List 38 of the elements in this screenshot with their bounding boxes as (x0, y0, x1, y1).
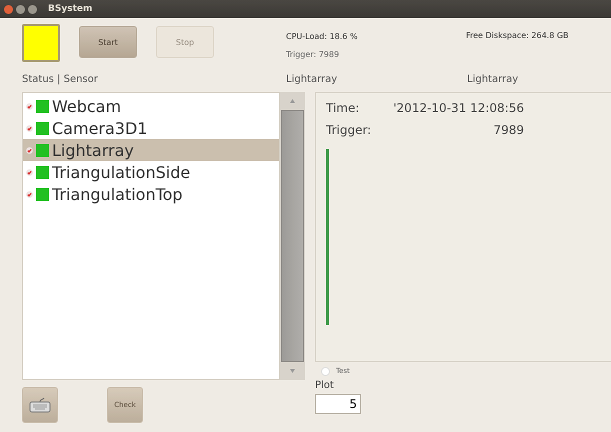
maximize-icon[interactable] (28, 4, 37, 14)
sensor-list-item[interactable]: Webcam (23, 95, 279, 117)
check-mark-icon (26, 102, 33, 110)
section-label: Status | Sensor (22, 74, 99, 87)
sensor-name: Webcam (52, 96, 122, 116)
time-value: '2012-10-31 12:08:56 (392, 101, 524, 117)
check-mark-icon (26, 190, 33, 198)
check-mark-icon (26, 124, 33, 132)
keyboard-icon (29, 397, 51, 413)
radio-button[interactable] (321, 366, 330, 376)
window-title: BSystem (48, 4, 92, 14)
sensor-list-item[interactable]: Camera3D1 (23, 117, 279, 139)
close-icon[interactable] (4, 4, 13, 14)
scroll-down-icon[interactable] (290, 369, 295, 373)
minimize-icon[interactable] (16, 4, 25, 14)
trigger-value: 7989 (492, 123, 524, 139)
plot-label: Plot (315, 380, 335, 392)
plot-input-field[interactable]: 5 (315, 394, 361, 414)
trigger-label: Trigger: (326, 123, 372, 139)
sensor-name: TriangulationSide (52, 162, 190, 182)
section-label: Lightarray (286, 74, 338, 87)
scrollbar[interactable] (280, 92, 305, 380)
sensor-list-item[interactable]: Lightarray (23, 139, 279, 161)
disk-space-text: Free Diskspace: 264.8 GB (466, 31, 569, 40)
section-label: Lightarray (467, 74, 520, 87)
check-mark-icon (26, 146, 33, 154)
keyboard-button[interactable] (22, 387, 58, 423)
sensor-list-item[interactable]: TriangulationSide (23, 161, 279, 183)
sensor-name: Camera3D1 (52, 118, 148, 138)
sensor-name: Lightarray (52, 140, 134, 160)
time-label: Time: (326, 101, 360, 117)
sensor-name: TriangulationTop (52, 184, 183, 204)
sensor-list-item[interactable]: TriangulationTop (23, 183, 279, 205)
trigger-count-text: Trigger: 7989 (286, 49, 340, 61)
cpu-load-text: CPU-Load: 18.6 % (286, 32, 358, 41)
scroll-up-icon[interactable] (290, 99, 295, 103)
check-mark-icon (26, 168, 33, 176)
toolbar-button[interactable]: Start (79, 26, 137, 58)
